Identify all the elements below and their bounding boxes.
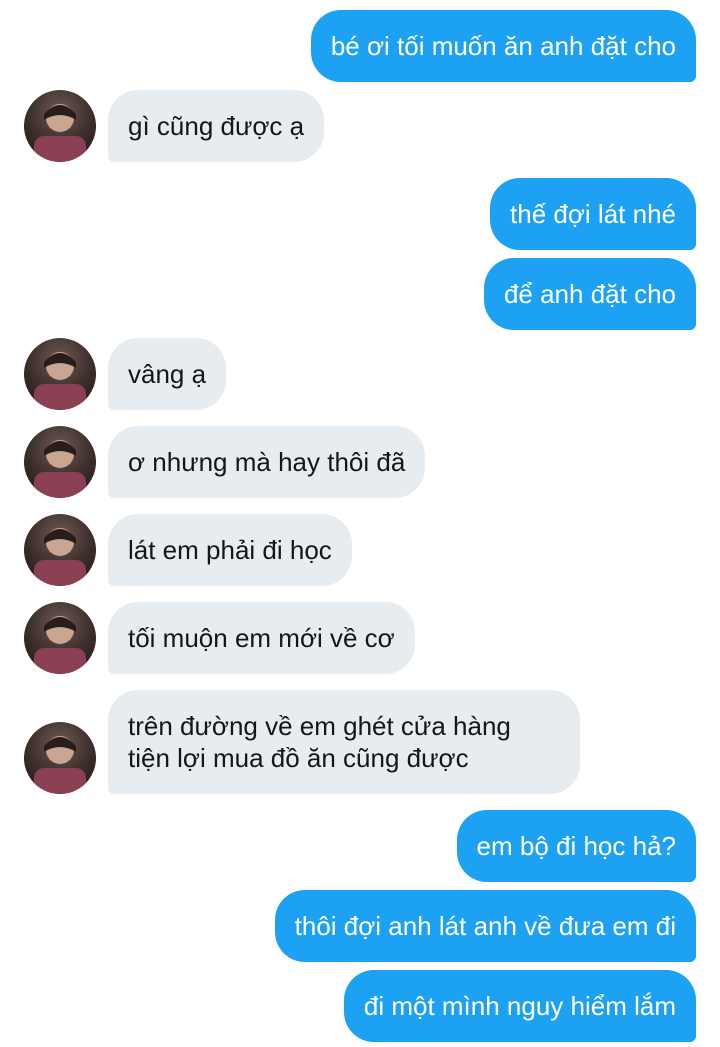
message-line: tiện lợi mua đồ ăn cũng được — [128, 743, 469, 773]
message-bubble-outgoing[interactable]: đi một mình nguy hiểm lắm — [343, 970, 696, 1042]
message-bubble-outgoing[interactable]: thôi đợi anh lát anh về đưa em đi — [274, 890, 696, 962]
contact-avatar-icon[interactable] — [24, 722, 96, 794]
message-bubble-outgoing[interactable]: bé ơi tối muốn ăn anh đặt cho — [310, 10, 696, 82]
message-bubble-outgoing[interactable]: thế đợi lát nhé — [490, 178, 696, 250]
contact-avatar-icon[interactable] — [24, 90, 96, 162]
message-bubble-incoming[interactable]: tối muộn em mới về cơ — [108, 602, 415, 674]
message-bubble-incoming[interactable]: vâng ạ — [108, 338, 227, 410]
chat-thread: bé ơi tối muốn ăn anh đặt cho gì cũng đư… — [0, 0, 720, 1047]
message-bubble-incoming[interactable]: trên đường về em ghét cửa hàng tiện lợi … — [108, 690, 580, 794]
contact-avatar-icon[interactable] — [24, 602, 96, 674]
contact-avatar-icon[interactable] — [24, 426, 96, 498]
contact-avatar-icon[interactable] — [24, 514, 96, 586]
message-bubble-outgoing[interactable]: để anh đặt cho — [483, 258, 696, 330]
message-line: trên đường về em ghét cửa hàng — [128, 711, 511, 741]
message-bubble-incoming[interactable]: gì cũng được ạ — [108, 90, 325, 162]
contact-avatar-icon[interactable] — [24, 338, 96, 410]
message-bubble-incoming[interactable]: lát em phải đi học — [108, 514, 352, 586]
message-bubble-outgoing[interactable]: em bộ đi học hả? — [456, 810, 696, 882]
message-bubble-incoming[interactable]: ơ nhưng mà hay thôi đã — [108, 426, 426, 498]
